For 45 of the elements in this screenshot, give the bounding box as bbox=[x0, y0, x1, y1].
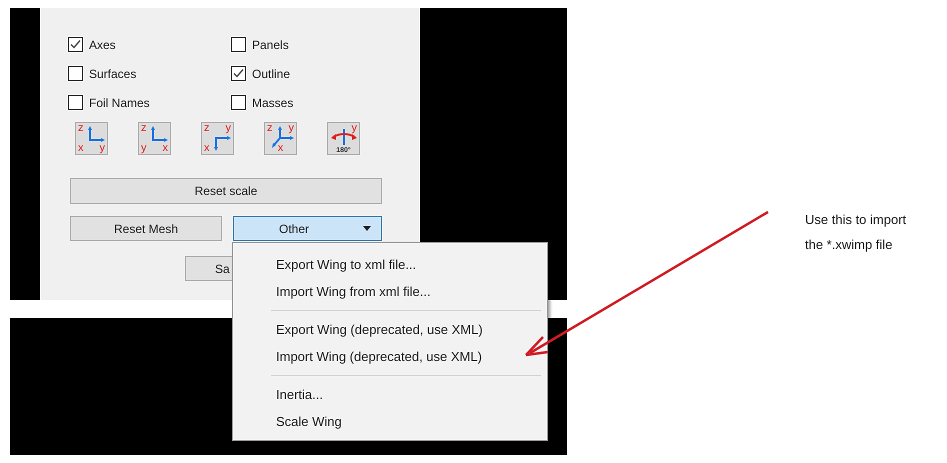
checkbox-label: Surfaces bbox=[89, 66, 136, 82]
axis-label: x bbox=[276, 143, 284, 154]
axis-label: y bbox=[100, 143, 105, 154]
axis-label: y bbox=[226, 123, 231, 134]
checkbox[interactable] bbox=[68, 66, 83, 81]
axis-label: z bbox=[78, 123, 84, 134]
checkbox[interactable] bbox=[68, 95, 83, 110]
axis-label: y bbox=[141, 143, 146, 154]
axis-label: y bbox=[352, 123, 357, 134]
menu-item[interactable]: Export Wing to xml file... bbox=[233, 251, 547, 278]
checkbox[interactable] bbox=[231, 37, 246, 52]
menu-item[interactable]: Export Wing (deprecated, use XML) bbox=[233, 316, 547, 343]
menu-item[interactable]: Inertia... bbox=[233, 381, 547, 408]
checkbox[interactable] bbox=[231, 66, 246, 81]
checkbox-label: Outline bbox=[252, 66, 290, 82]
view-button[interactable]: z x y bbox=[75, 122, 108, 155]
menu-item[interactable]: Scale Wing bbox=[233, 408, 547, 435]
caret-icon bbox=[363, 226, 371, 231]
checkbox-label: Axes bbox=[89, 36, 116, 54]
view-button[interactable]: z y x bbox=[201, 122, 234, 155]
axis-label: y bbox=[288, 123, 294, 134]
axis-label: z bbox=[141, 123, 146, 134]
axis-label: z bbox=[267, 123, 272, 134]
axis-label: z bbox=[204, 123, 210, 134]
axis-label: x bbox=[204, 143, 210, 154]
axes-icon bbox=[151, 126, 168, 142]
annotation-text: the *.xwimp file bbox=[805, 236, 894, 254]
view-button[interactable]: z y x bbox=[264, 122, 297, 155]
menu-item[interactable]: Import Wing from xml file... bbox=[233, 278, 547, 305]
axis-label: x bbox=[78, 143, 84, 154]
axes-icon bbox=[331, 127, 357, 145]
view-button[interactable]: z y x bbox=[138, 122, 171, 155]
menu-item[interactable]: Import Wing (deprecated, use XML) bbox=[233, 343, 547, 370]
axes-icon bbox=[214, 135, 231, 151]
checkbox[interactable] bbox=[231, 95, 246, 110]
checkbox-label: Panels bbox=[252, 36, 289, 54]
annotation-text: Use this to import bbox=[805, 211, 906, 229]
axis-label: x bbox=[162, 143, 168, 154]
checkbox[interactable] bbox=[68, 37, 83, 52]
checkbox-label: Masses bbox=[252, 94, 294, 112]
reset-mesh-button[interactable]: Reset Mesh bbox=[70, 216, 222, 241]
other-dropdown[interactable]: Other bbox=[233, 216, 382, 241]
reset-scale-button[interactable]: Reset scale bbox=[70, 178, 382, 204]
checkbox-label: Foil Names bbox=[89, 94, 150, 112]
axes-icon bbox=[88, 126, 105, 142]
